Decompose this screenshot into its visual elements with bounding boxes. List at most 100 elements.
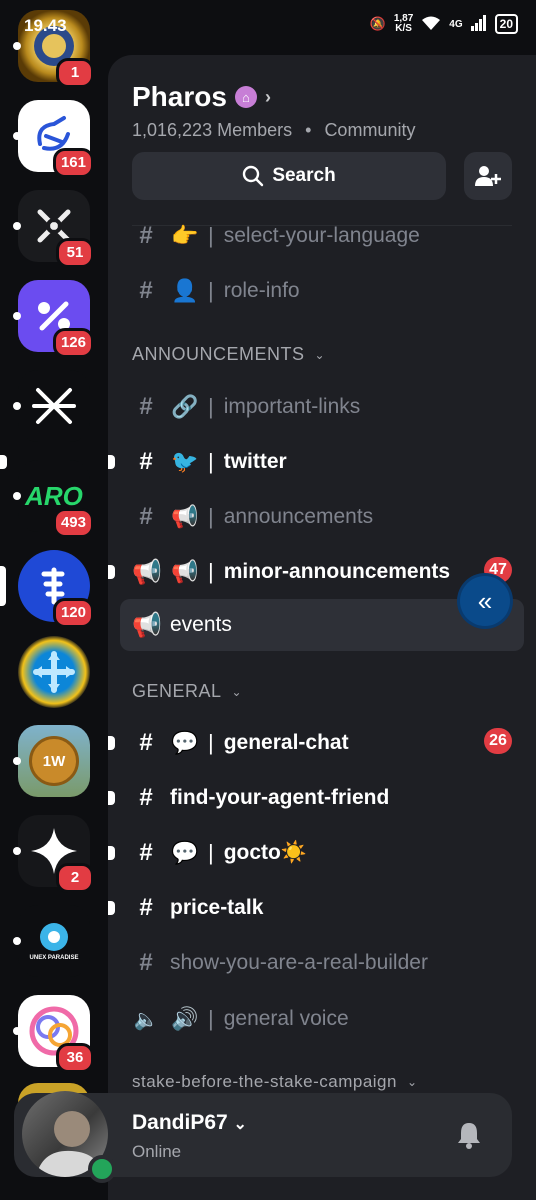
channel-role-info[interactable]: # 👤 | role-info xyxy=(132,271,299,311)
server-unex-avatar: UNEX PARADISE xyxy=(18,905,90,977)
unread-pip xyxy=(13,222,21,230)
chevron-down-icon: ⌄ xyxy=(233,1116,247,1133)
mute-icon: 🔕 xyxy=(369,16,386,31)
collapse-button[interactable]: « xyxy=(460,576,510,626)
user-status-text: Online xyxy=(132,1142,182,1161)
server-icon-2[interactable]: 161 xyxy=(13,100,94,178)
online-status-icon xyxy=(88,1155,116,1183)
unread-pip xyxy=(13,1027,21,1035)
channel-minor-announcements[interactable]: 📢 📢 | minor-announcements xyxy=(132,552,450,592)
server-icon-unex[interactable]: UNEX PARADISE xyxy=(13,905,90,977)
server-badge: 161 xyxy=(52,148,94,178)
speaker-icon: 🔈 xyxy=(133,1008,159,1031)
unread-dot xyxy=(108,736,115,750)
double-chevron-left-icon: « xyxy=(477,585,493,616)
channel-price-talk[interactable]: # price-talk xyxy=(132,888,263,928)
server-icon-9[interactable]: 1W xyxy=(13,725,90,797)
search-button[interactable]: Search xyxy=(132,152,446,200)
server-badge: 2 xyxy=(56,863,94,893)
unread-pip xyxy=(13,402,21,410)
chevron-right-icon: › xyxy=(264,86,271,107)
user-panel[interactable]: DandiP67 ⌄ Online xyxy=(14,1091,512,1183)
channel-important-links[interactable]: # 🔗 | important-links xyxy=(132,387,360,427)
server-icon-3[interactable]: 51 xyxy=(13,190,94,268)
battery-icon: 20 xyxy=(494,14,518,34)
wifi-icon xyxy=(421,15,441,34)
server-rail: 1 161 51 126 ARO 493 120 1W 2 UNEX PARAD… xyxy=(0,0,108,1200)
channel-gocto[interactable]: # 💬 | gocto☀️ xyxy=(132,833,307,873)
search-icon xyxy=(243,165,264,187)
hash-icon: # xyxy=(139,222,153,249)
server-badge: 493 xyxy=(52,508,94,538)
status-bar: 19.43 🔕 1,87 K/S 4G 20 xyxy=(0,0,536,52)
unread-pip xyxy=(13,312,21,320)
server-panel: Pharos ⌂ › 1,016,223 Members • Community… xyxy=(0,55,536,1200)
network-type: 4G xyxy=(449,18,463,30)
server-icon-aro[interactable]: ARO 493 xyxy=(13,460,94,538)
signal-icon xyxy=(470,14,487,34)
server-icon-12[interactable]: 36 xyxy=(13,995,94,1073)
channel-twitter[interactable]: # 🐦 | twitter xyxy=(132,442,286,482)
server-header[interactable]: Pharos ⌂ › xyxy=(132,81,271,113)
hash-icon: # xyxy=(139,503,153,530)
server-badge: 51 xyxy=(56,238,94,268)
selected-indicator xyxy=(0,566,6,606)
unread-pip xyxy=(13,937,21,945)
add-user-icon xyxy=(475,166,501,186)
unread-dot xyxy=(108,846,115,860)
boost-icon: ⌂ xyxy=(234,86,257,108)
locked-hash-icon: # xyxy=(139,949,153,976)
chevron-down-icon: ⌄ xyxy=(231,684,243,699)
server-name: Pharos xyxy=(132,81,227,112)
net-speed: 1,87 K/S xyxy=(393,13,414,34)
channel-events[interactable]: 📢 events xyxy=(132,605,232,645)
locked-hash-icon: # xyxy=(139,729,153,756)
bell-icon xyxy=(458,1123,480,1149)
locked-hash-icon: # xyxy=(139,393,153,420)
category-stake-before-the-stake-campaign[interactable]: stake-before-the-stake-campaign ⌄ xyxy=(132,1072,418,1092)
server-badge: 120 xyxy=(52,598,94,628)
megaphone-icon: 📢 xyxy=(132,611,162,639)
server-icon-10[interactable]: 2 xyxy=(13,815,94,893)
channel-show-you-are-a-real-builder[interactable]: # show-you-are-a-real-builder xyxy=(132,943,428,983)
member-count: 1,016,223 Members xyxy=(132,120,293,140)
search-label: Search xyxy=(272,165,336,186)
unread-dot xyxy=(108,901,115,915)
server-icon-8[interactable] xyxy=(18,636,90,708)
server-meta: 1,016,223 Members • Community xyxy=(132,120,416,140)
status-time: 19.43 xyxy=(24,16,67,35)
hash-icon: # xyxy=(139,894,153,921)
invite-button[interactable] xyxy=(464,152,512,200)
unread-badge: 26 xyxy=(484,728,512,754)
server-badge: 1 xyxy=(56,58,94,88)
unread-pip xyxy=(13,757,21,765)
server-icon-5[interactable] xyxy=(13,370,90,442)
category-general[interactable]: GENERAL ⌄ xyxy=(132,681,242,702)
username[interactable]: DandiP67 ⌄ xyxy=(132,1111,247,1135)
unread-dot xyxy=(108,455,115,469)
unread-pip xyxy=(13,492,21,500)
channel-select-your-language[interactable]: # 👉 | select-your-language xyxy=(132,216,420,256)
channel-general-voice[interactable]: 🔈 🔊 | general voice xyxy=(132,999,349,1039)
unread-pip xyxy=(13,847,21,855)
unread-dot xyxy=(108,565,115,579)
channel-announcements[interactable]: # 📢 | announcements xyxy=(132,497,373,537)
locked-hash-icon: # xyxy=(139,448,153,475)
hash-icon: # xyxy=(139,784,153,811)
hash-icon: # xyxy=(139,839,153,866)
chevron-down-icon: ⌄ xyxy=(406,1075,418,1089)
notification-bell-button[interactable] xyxy=(456,1121,482,1154)
server-badge: 126 xyxy=(52,328,94,358)
channel-general-chat[interactable]: # 💬 | general-chat xyxy=(132,723,348,763)
locked-hash-icon: # xyxy=(139,277,153,304)
megaphone-icon: 📢 xyxy=(132,558,162,586)
server-9-avatar: 1W xyxy=(18,725,90,797)
unread-pip xyxy=(13,132,21,140)
server-8-avatar xyxy=(18,636,90,708)
server-badge: 36 xyxy=(56,1043,94,1073)
channel-find-your-agent-friend[interactable]: # find-your-agent-friend xyxy=(132,778,389,818)
server-icon-4[interactable]: 126 xyxy=(13,280,94,358)
category-announcements[interactable]: ANNOUNCEMENTS ⌄ xyxy=(132,344,325,365)
server-icon-pharos[interactable]: 120 xyxy=(0,550,94,628)
unread-dot xyxy=(108,791,115,805)
